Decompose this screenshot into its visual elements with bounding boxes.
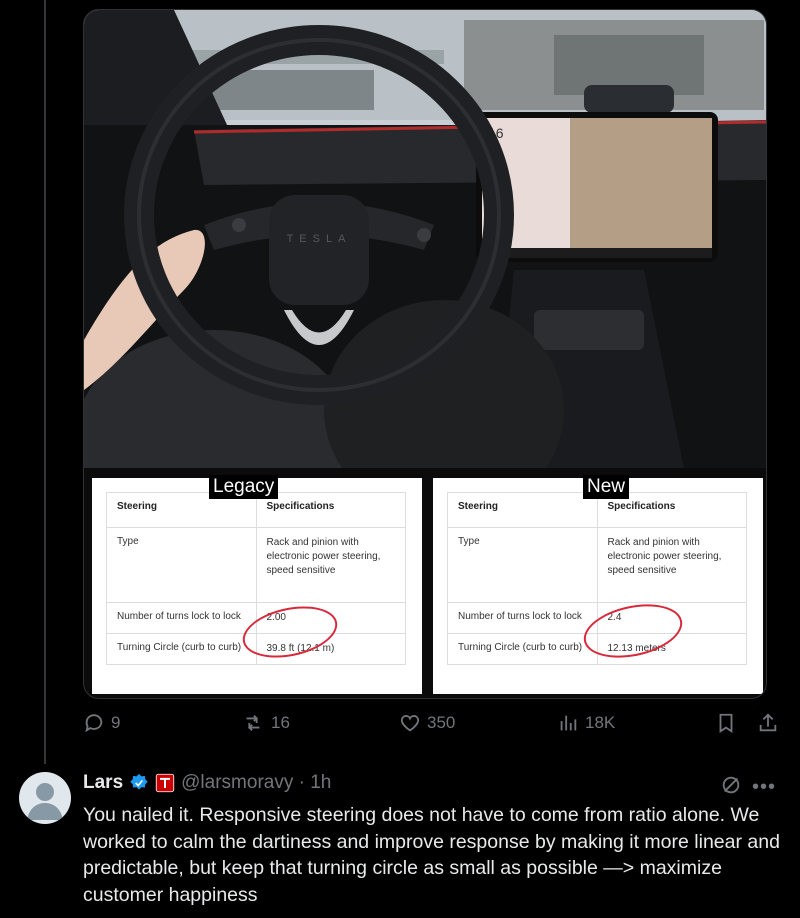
tesla-interior-photo[interactable]: 16 TESLA <box>84 10 766 468</box>
reply-tweet[interactable]: Lars @larsmoravy · 1h ••• You nailed it.… <box>0 764 800 918</box>
wheel-logo: TESLA <box>287 233 352 245</box>
thread-line <box>44 0 46 764</box>
like-count: 350 <box>427 713 456 732</box>
row-label: Type <box>447 527 598 603</box>
verified-badge-icon[interactable] <box>129 773 149 793</box>
share-icon <box>759 713 777 732</box>
repost-count: 16 <box>271 713 290 732</box>
share-button[interactable] <box>757 712 779 734</box>
row-label: Turning Circle (curb to curb) <box>106 633 257 665</box>
views-chart-icon <box>560 715 577 731</box>
interior-illustration: 16 TESLA <box>84 10 766 468</box>
reply-text: You nailed it. Responsive steering does … <box>83 804 780 906</box>
grok-icon[interactable] <box>720 774 742 796</box>
row-label: Turning Circle (curb to curb) <box>447 633 598 665</box>
legacy-tag: Legacy <box>209 475 279 499</box>
row-value: Rack and pinion with electronic power st… <box>596 527 747 603</box>
views-count: 18K <box>585 713 616 732</box>
reply-header: Lars @larsmoravy · 1h <box>83 772 331 794</box>
bookmark-icon <box>719 713 733 733</box>
avatar[interactable] <box>19 772 71 824</box>
reply-button[interactable]: 9 <box>83 712 120 734</box>
tweet-actions: 9 16 350 18K <box>83 712 783 744</box>
row-label: Number of turns lock to lock <box>106 602 257 634</box>
views-button[interactable]: 18K <box>557 712 615 734</box>
bookmark-button[interactable] <box>715 712 737 734</box>
legacy-spec-table: Steering Specifications Type Rack and pini… <box>92 475 422 694</box>
tweet-media[interactable]: 16 TESLA Steering Specifications Type Rack… <box>83 9 767 699</box>
author-handle-time[interactable]: @larsmoravy · 1h <box>181 772 331 794</box>
heart-icon <box>400 715 420 732</box>
repost-icon <box>246 715 260 731</box>
row-label: Type <box>106 527 257 603</box>
like-button[interactable]: 350 <box>399 712 455 734</box>
reply-count: 9 <box>111 713 121 732</box>
more-options-icon[interactable]: ••• <box>752 776 776 799</box>
header-steering: Steering <box>447 492 598 528</box>
tesla-affiliate-icon[interactable] <box>155 773 175 793</box>
reply-icon <box>85 714 103 733</box>
new-tag: New <box>583 475 630 499</box>
author-name[interactable]: Lars <box>83 772 123 794</box>
default-avatar-icon <box>27 783 63 820</box>
new-spec-table: Steering Specifications Type Rack and pini… <box>433 475 763 694</box>
repost-button[interactable]: 16 <box>241 712 290 734</box>
row-label: Number of turns lock to lock <box>447 602 598 634</box>
row-value: Rack and pinion with electronic power st… <box>255 527 406 603</box>
header-specifications: Specifications <box>255 492 406 528</box>
